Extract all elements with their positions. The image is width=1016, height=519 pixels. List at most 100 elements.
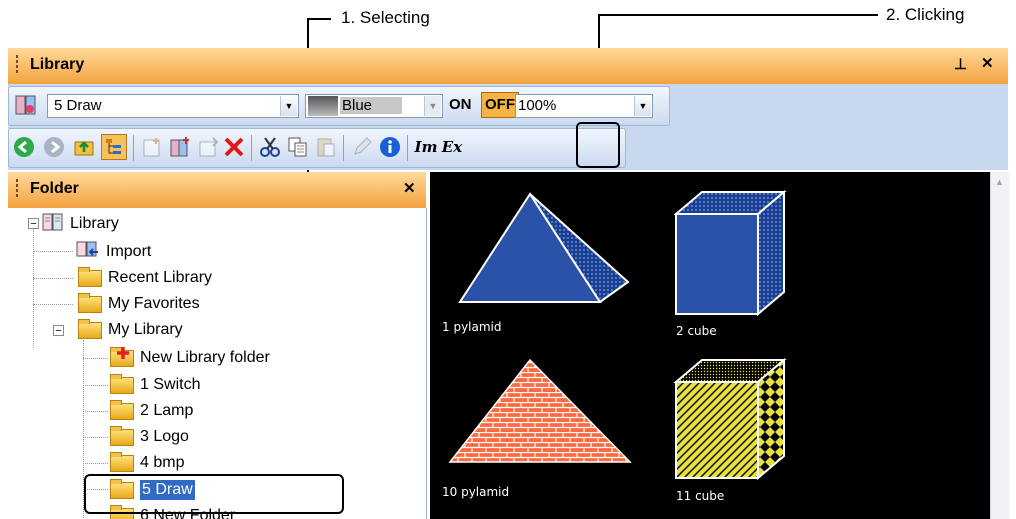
new-library-icon[interactable]: [167, 134, 193, 160]
grip-icon: [16, 179, 19, 199]
tree-item-label: My Favorites: [108, 295, 200, 312]
preview-scrollbar[interactable]: ▲: [990, 172, 1009, 519]
on-button[interactable]: ON: [449, 96, 472, 113]
tree-line: [33, 251, 73, 253]
folder-panel-title: Folder: [30, 180, 79, 197]
tree-item-label: Import: [106, 243, 152, 260]
export-highlight-box: [576, 122, 620, 168]
library-icon: [42, 212, 64, 237]
chevron-down-icon[interactable]: ▼: [280, 96, 297, 116]
patterned-cube-thumbnail[interactable]: [673, 357, 787, 481]
tree-item-2-lamp[interactable]: 2 Lamp: [110, 399, 193, 423]
preview-item-label: 11 cube: [676, 489, 725, 503]
tree-item-library[interactable]: Library: [42, 212, 119, 236]
close-icon[interactable]: ✕: [403, 179, 416, 197]
folder-tree-icon[interactable]: [101, 134, 127, 160]
tree-line: [83, 463, 108, 465]
delete-icon[interactable]: [221, 134, 247, 160]
tree-item-label: Library: [70, 215, 119, 232]
folder-icon: [110, 373, 134, 394]
preview-item-label: 1 pylamid: [442, 320, 502, 334]
tree-item-label: 3 Logo: [140, 428, 189, 445]
folder-icon: [110, 425, 134, 446]
tree-item-label: 4 bmp: [140, 454, 185, 471]
import-icon[interactable]: Im: [413, 134, 439, 160]
folder-panel-titlebar: Folder ✕: [8, 172, 426, 208]
zoom-select-value: 100%: [518, 97, 557, 114]
zoom-select[interactable]: 100% ▼: [515, 94, 653, 118]
tree-line: [83, 411, 108, 413]
paste-icon[interactable]: [313, 134, 339, 160]
tree-item-recent-library[interactable]: Recent Library: [78, 266, 212, 290]
library-select[interactable]: 5 Draw ▼: [47, 94, 299, 118]
folder-icon: [110, 399, 134, 420]
annotation-select-label: 1. Selecting: [341, 8, 430, 27]
toolbar-row-1: 5 Draw ▼ Blue ▼ ON OFF 100% ▼: [8, 86, 670, 126]
new-folder-icon[interactable]: [139, 134, 165, 160]
preview-canvas: [448, 189, 787, 481]
library-panel-titlebar: Library ⊥ ✕: [8, 48, 1008, 85]
close-icon[interactable]: ✕: [981, 54, 994, 72]
new-folder-icon: [110, 346, 134, 367]
folder-tree: − Library Import Recent Library My Favor…: [8, 208, 427, 519]
toolbar-separator: [251, 135, 252, 161]
library-select-value: 5 Draw: [54, 97, 102, 114]
library-panel-title: Library: [30, 56, 85, 73]
tree-line: [33, 278, 73, 280]
edit-icon[interactable]: [349, 134, 375, 160]
pin-icon[interactable]: ⊥: [954, 55, 967, 73]
library-preview-pane: 1 pylamid 2 cube 10 pylamid 11 cube: [430, 172, 990, 519]
tree-item-import[interactable]: Import: [76, 240, 151, 264]
annotation-click-label: 2. Clicking: [886, 5, 965, 24]
tree-item-4-bmp[interactable]: 4 bmp: [110, 451, 184, 475]
toolbar-row-2: Im Ex: [8, 128, 626, 168]
tree-item-label: New Library folder: [140, 349, 270, 366]
export-icon[interactable]: Ex: [439, 134, 465, 160]
brick-pyramid-thumbnail[interactable]: [448, 358, 632, 463]
library-toolbar-area: 5 Draw ▼ Blue ▼ ON OFF 100% ▼ Im Ex: [8, 84, 1008, 170]
toolbar-separator: [407, 135, 408, 161]
go-forward-icon[interactable]: [41, 134, 67, 160]
cut-icon[interactable]: [257, 134, 283, 160]
copy-icon[interactable]: [285, 134, 311, 160]
folder-icon: [78, 318, 102, 339]
tree-item-1-switch[interactable]: 1 Switch: [110, 373, 200, 397]
up-folder-icon[interactable]: [71, 134, 97, 160]
color-select[interactable]: Blue ▼: [305, 94, 443, 118]
go-back-icon[interactable]: [11, 134, 37, 160]
toolbar-separator: [343, 135, 344, 161]
annotation-select-line-h: [307, 18, 331, 20]
add-item-icon[interactable]: [195, 134, 221, 160]
color-swatch: [308, 96, 338, 116]
scroll-up-icon[interactable]: ▲: [992, 174, 1007, 190]
grip-icon: [16, 55, 19, 75]
preview-item-label: 10 pylamid: [442, 485, 510, 499]
toolbar-separator: [133, 135, 134, 161]
chevron-down-icon[interactable]: ▼: [634, 96, 651, 116]
chevron-down-icon[interactable]: ▼: [424, 96, 441, 116]
preview-item-label: 2 cube: [676, 324, 717, 338]
collapse-icon[interactable]: −: [28, 218, 39, 230]
pyramid-thumbnail[interactable]: [458, 192, 630, 304]
tree-item-new-library-folder[interactable]: New Library folder: [110, 346, 270, 370]
color-select-value: Blue: [340, 97, 403, 114]
tree-line: [83, 358, 108, 360]
tree-item-my-favorites[interactable]: My Favorites: [78, 292, 200, 316]
tree-item-my-library[interactable]: My Library: [78, 318, 183, 342]
select-highlight-box: [84, 474, 344, 514]
tree-item-label: Recent Library: [108, 269, 213, 286]
cube-thumbnail[interactable]: [673, 189, 787, 317]
tree-line: [83, 385, 108, 387]
import-library-icon: [76, 240, 100, 265]
tree-item-label: 2 Lamp: [140, 402, 194, 419]
info-icon[interactable]: [377, 134, 403, 160]
tree-item-label: 1 Switch: [140, 376, 201, 393]
tree-line: [33, 228, 35, 348]
tree-line: [83, 437, 108, 439]
tree-item-3-logo[interactable]: 3 Logo: [110, 425, 189, 449]
tree-item-label: My Library: [108, 321, 183, 338]
collapse-icon[interactable]: −: [53, 325, 64, 337]
off-button[interactable]: OFF: [481, 92, 519, 118]
folder-icon: [78, 292, 102, 313]
folder-icon: [110, 451, 134, 472]
